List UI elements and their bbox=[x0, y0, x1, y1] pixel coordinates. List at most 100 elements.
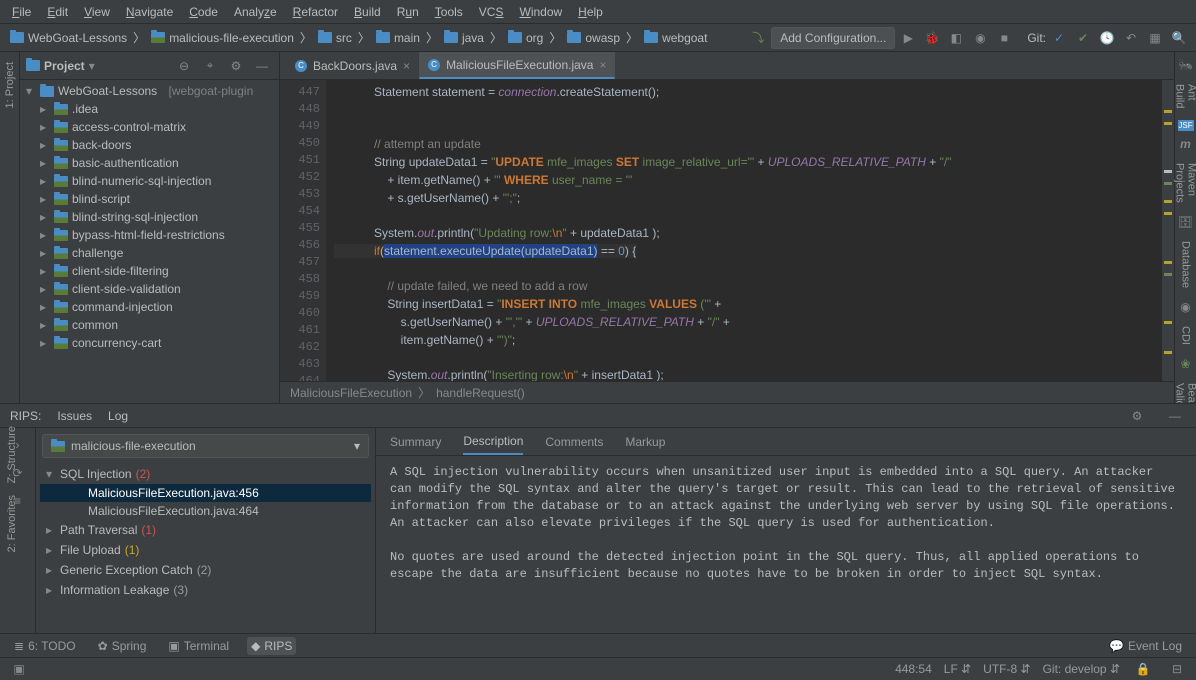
locate-icon[interactable]: ⌖ bbox=[199, 55, 221, 77]
tab-favorites[interactable]: 2: Favorites bbox=[0, 489, 20, 558]
maven-icon[interactable]: m bbox=[1178, 137, 1194, 151]
close-icon[interactable]: × bbox=[403, 59, 410, 73]
menu-view[interactable]: View bbox=[78, 3, 116, 21]
stop-icon[interactable]: ■ bbox=[993, 27, 1015, 49]
issue-row[interactable]: ▸File Upload (1) bbox=[40, 540, 371, 560]
tab-maven[interactable]: Maven Projects bbox=[1172, 157, 1196, 209]
project-tree[interactable]: ▾ WebGoat-Lessons [webgoat-plugin ▸.idea… bbox=[20, 80, 279, 403]
issue-file[interactable]: MaliciousFileExecution.java:464 bbox=[40, 502, 371, 520]
code-editor[interactable]: Statement statement = connection.createS… bbox=[326, 80, 1162, 381]
bean-icon[interactable]: ❀ bbox=[1178, 357, 1194, 371]
toggle-tool-windows-icon[interactable]: ▣ bbox=[8, 658, 30, 680]
menu-window[interactable]: Window bbox=[513, 3, 568, 21]
gear-icon[interactable]: ⚙ bbox=[1126, 405, 1148, 427]
profile-icon[interactable]: ◉ bbox=[969, 27, 991, 49]
debug-icon[interactable]: 🐞 bbox=[921, 27, 943, 49]
crumb-src[interactable]: src bbox=[314, 29, 356, 47]
tree-item[interactable]: ▸common bbox=[20, 316, 279, 334]
structure-icon[interactable]: ▦ bbox=[1144, 27, 1166, 49]
menu-help[interactable]: Help bbox=[572, 3, 609, 21]
close-icon[interactable]: × bbox=[599, 58, 606, 72]
detail-tab-description[interactable]: Description bbox=[463, 429, 523, 455]
tree-item[interactable]: ▸.idea bbox=[20, 100, 279, 118]
detail-tab-comments[interactable]: Comments bbox=[545, 430, 603, 454]
build-icon[interactable]: ⤵ bbox=[747, 27, 769, 49]
tree-item[interactable]: ▸command-injection bbox=[20, 298, 279, 316]
crumb-module[interactable]: malicious-file-execution bbox=[147, 29, 298, 47]
issue-file[interactable]: MaliciousFileExecution.java:456 bbox=[40, 484, 371, 502]
cdi-icon[interactable]: ◉ bbox=[1178, 300, 1194, 314]
menu-analyze[interactable]: Analyze bbox=[228, 3, 283, 21]
project-title[interactable]: Project bbox=[44, 59, 85, 73]
gear-icon[interactable]: ⚙ bbox=[225, 55, 247, 77]
menu-navigate[interactable]: Navigate bbox=[120, 3, 179, 21]
tree-root[interactable]: ▾ WebGoat-Lessons [webgoat-plugin bbox=[20, 82, 279, 100]
tree-item[interactable]: ▸back-doors bbox=[20, 136, 279, 154]
rips-module-select[interactable]: malicious-file-execution▾ bbox=[42, 434, 369, 458]
git-commit-icon[interactable]: ✔ bbox=[1072, 27, 1094, 49]
menu-vcs[interactable]: VCS bbox=[473, 3, 510, 21]
tree-item[interactable]: ▸client-side-filtering bbox=[20, 262, 279, 280]
coverage-icon[interactable]: ◧ bbox=[945, 27, 967, 49]
git-update-icon[interactable]: ✓ bbox=[1048, 27, 1070, 49]
git-branch[interactable]: Git: develop ⇵ bbox=[1043, 662, 1120, 676]
jsf-icon[interactable]: JSF bbox=[1178, 120, 1194, 131]
chevron-down-icon[interactable]: ▾ bbox=[89, 59, 95, 73]
tool-todo[interactable]: ≣ 6: TODO bbox=[10, 637, 80, 655]
issue-row[interactable]: ▸Path Traversal (1) bbox=[40, 520, 371, 540]
crumb-java[interactable]: java bbox=[440, 29, 488, 47]
issue-row[interactable]: ▸Generic Exception Catch (2) bbox=[40, 560, 371, 580]
tree-item[interactable]: ▸client-side-validation bbox=[20, 280, 279, 298]
tree-item[interactable]: ▸bypass-html-field-restrictions bbox=[20, 226, 279, 244]
tool-rips[interactable]: ◆ RIPS bbox=[247, 637, 296, 655]
search-icon[interactable]: 🔍 bbox=[1168, 27, 1190, 49]
menu-edit[interactable]: Edit bbox=[41, 3, 74, 21]
tree-item[interactable]: ▸basic-authentication bbox=[20, 154, 279, 172]
tree-item[interactable]: ▸access-control-matrix bbox=[20, 118, 279, 136]
rips-tab-issues[interactable]: Issues bbox=[57, 409, 92, 423]
tree-item[interactable]: ▸blind-script bbox=[20, 190, 279, 208]
menu-tools[interactable]: Tools bbox=[429, 3, 469, 21]
run-icon[interactable]: ▶ bbox=[897, 27, 919, 49]
detail-tab-summary[interactable]: Summary bbox=[390, 430, 441, 454]
menu-refactor[interactable]: Refactor bbox=[287, 3, 344, 21]
menu-run[interactable]: Run bbox=[391, 3, 425, 21]
rips-tab-log[interactable]: Log bbox=[108, 409, 128, 423]
code-breadcrumb[interactable]: MaliciousFileExecution〉handleRequest() bbox=[280, 381, 1174, 403]
issue-row[interactable]: ▾SQL Injection (2) bbox=[40, 464, 371, 484]
tree-item[interactable]: ▸challenge bbox=[20, 244, 279, 262]
git-revert-icon[interactable]: ↶ bbox=[1120, 27, 1142, 49]
detail-tab-markup[interactable]: Markup bbox=[625, 430, 665, 454]
tab-backdoors[interactable]: CBackDoors.java× bbox=[286, 53, 419, 79]
crumb-owasp[interactable]: owasp bbox=[563, 29, 624, 47]
hide-icon[interactable]: — bbox=[251, 55, 273, 77]
hide-icon[interactable]: — bbox=[1164, 405, 1186, 427]
git-history-icon[interactable]: 🕓 bbox=[1096, 27, 1118, 49]
lock-icon[interactable]: 🔒 bbox=[1132, 658, 1154, 680]
tree-item[interactable]: ▸concurrency-cart bbox=[20, 334, 279, 352]
encoding[interactable]: UTF-8 ⇵ bbox=[983, 662, 1030, 676]
run-config-dropdown[interactable]: Add Configuration... bbox=[771, 27, 895, 49]
issue-row[interactable]: ▸Information Leakage (3) bbox=[40, 580, 371, 600]
tool-terminal[interactable]: ▣ Terminal bbox=[164, 637, 233, 655]
menu-file[interactable]: File bbox=[6, 3, 37, 21]
crumb-org[interactable]: org bbox=[504, 29, 547, 47]
heap-icon[interactable]: ⊟ bbox=[1166, 658, 1188, 680]
menu-build[interactable]: Build bbox=[348, 3, 387, 21]
database-icon[interactable]: 🗄 bbox=[1178, 215, 1194, 229]
line-sep[interactable]: LF ⇵ bbox=[944, 662, 971, 676]
tab-ant[interactable]: Ant Build bbox=[1172, 78, 1196, 114]
tool-spring[interactable]: ✿ Spring bbox=[94, 637, 151, 655]
crumb-main[interactable]: main bbox=[372, 29, 424, 47]
minimap[interactable] bbox=[1162, 80, 1174, 381]
tree-item[interactable]: ▸blind-string-sql-injection bbox=[20, 208, 279, 226]
tab-structure[interactable]: Z: Structure bbox=[0, 420, 20, 489]
tree-item[interactable]: ▸blind-numeric-sql-injection bbox=[20, 172, 279, 190]
tab-project[interactable]: 1: Project bbox=[2, 54, 18, 116]
tab-maliciousfile[interactable]: CMaliciousFileExecution.java× bbox=[419, 52, 615, 79]
menu-code[interactable]: Code bbox=[183, 3, 224, 21]
crumb-webgoat[interactable]: webgoat bbox=[640, 29, 711, 47]
tab-database[interactable]: Database bbox=[1178, 235, 1194, 294]
tab-bean[interactable]: Bean Validation bbox=[1172, 377, 1196, 403]
tab-cdi[interactable]: CDI bbox=[1178, 320, 1194, 351]
